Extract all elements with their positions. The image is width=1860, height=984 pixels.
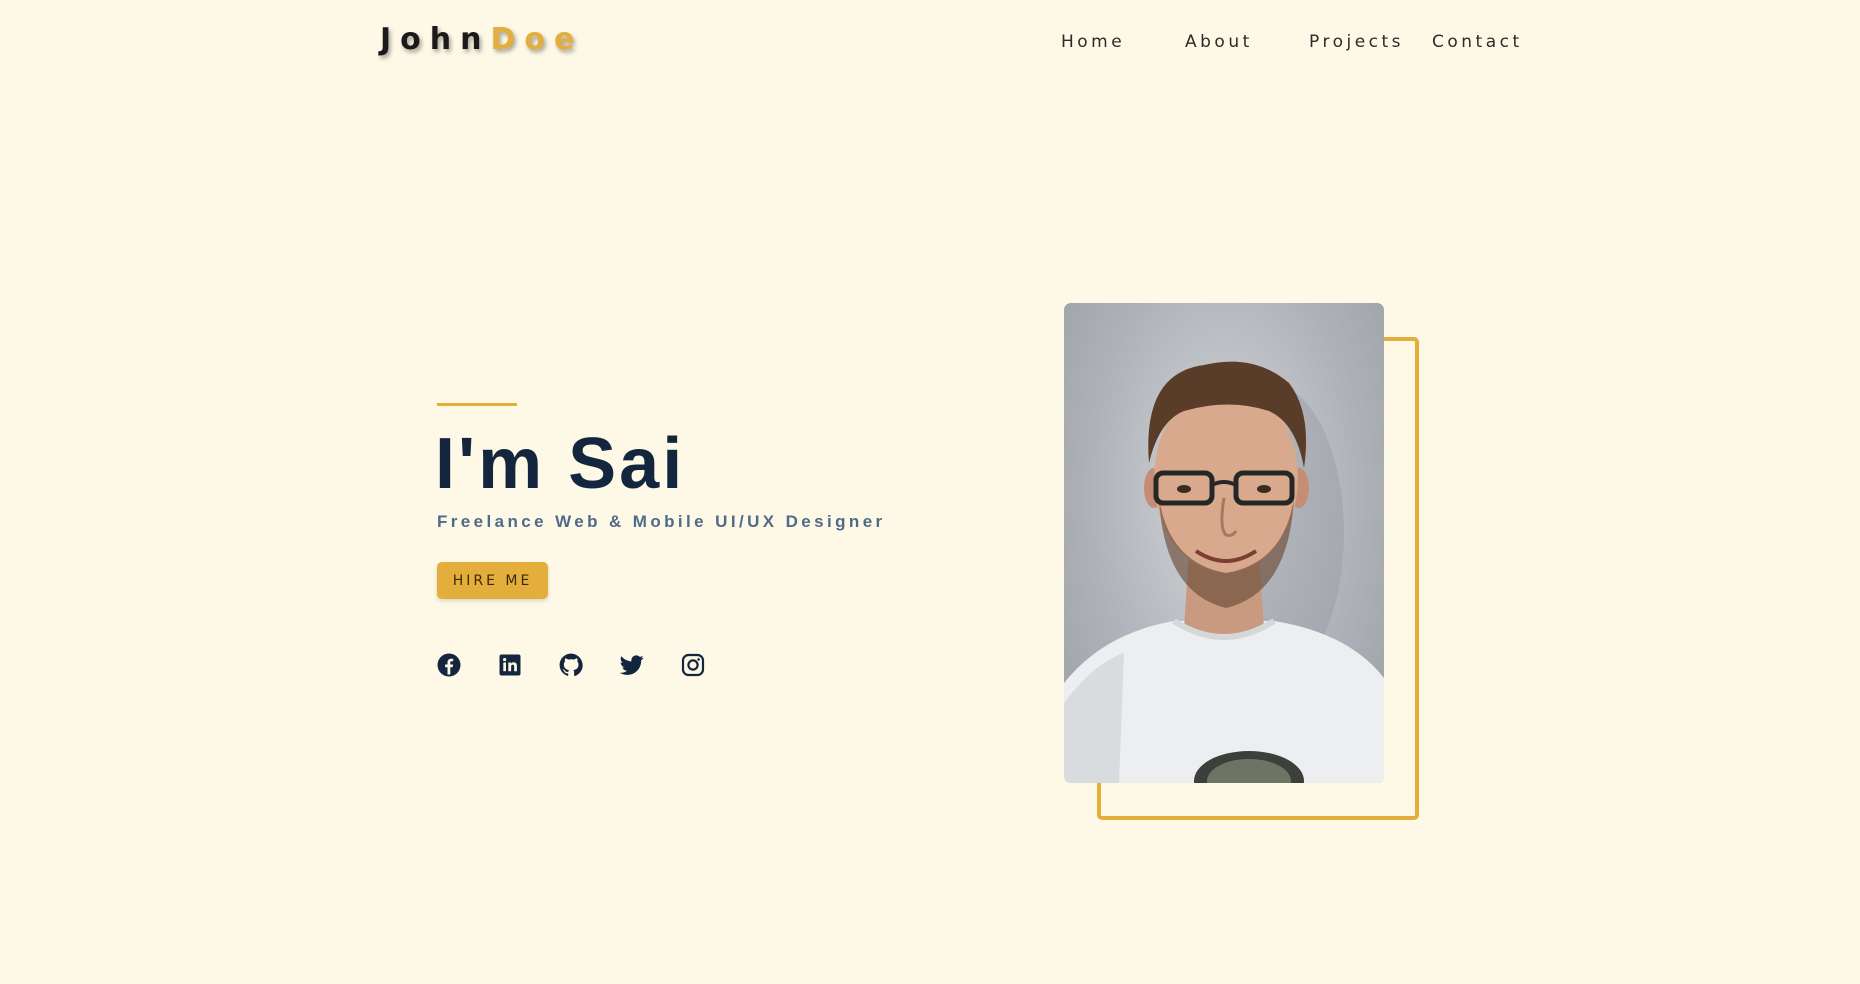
- nav-projects[interactable]: Projects: [1309, 32, 1404, 52]
- profile-photo: [1064, 303, 1384, 783]
- hero-subtitle: Freelance Web & Mobile UI/UX Designer: [437, 512, 886, 531]
- nav-about[interactable]: About: [1185, 32, 1253, 52]
- hero-accent-line: [437, 403, 517, 406]
- linkedin-icon[interactable]: [498, 653, 522, 677]
- social-links: [437, 653, 737, 677]
- hero-title: I'm Sai: [435, 424, 686, 504]
- github-icon[interactable]: [559, 653, 583, 677]
- nav-contact[interactable]: Contact: [1432, 32, 1523, 52]
- twitter-icon[interactable]: [620, 653, 644, 677]
- main-nav: Home About Projects Contact: [0, 32, 1860, 56]
- hire-me-button[interactable]: HIRE ME: [437, 562, 548, 599]
- nav-home[interactable]: Home: [1061, 32, 1125, 52]
- instagram-icon[interactable]: [681, 653, 705, 677]
- facebook-icon[interactable]: [437, 653, 461, 677]
